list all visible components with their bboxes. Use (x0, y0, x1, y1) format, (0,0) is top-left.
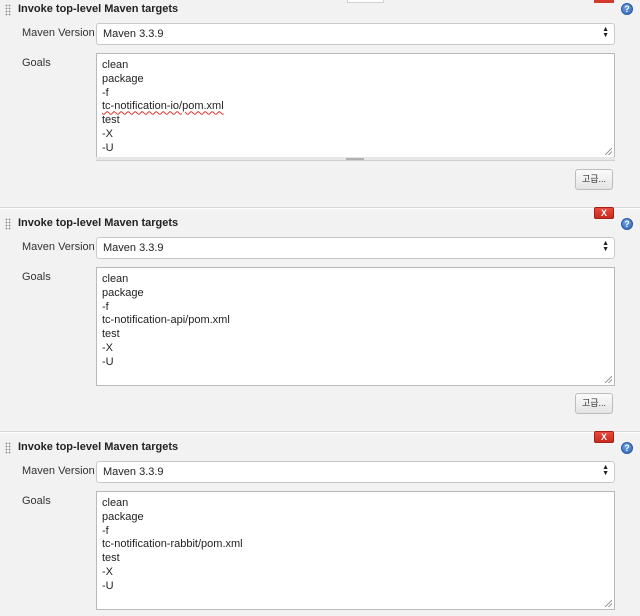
goal-line: -X (102, 127, 113, 140)
goals-label: Goals (22, 57, 51, 69)
goal-line: clean (102, 273, 129, 285)
goal-line: tc-notification-io/pom.xml (102, 100, 224, 113)
goal-line: package (102, 286, 144, 299)
goal-line: -X (102, 565, 113, 578)
goal-line: -U (102, 355, 114, 368)
goal-line: tc-notification-rabbit/pom.xml (102, 538, 243, 551)
goal-line: -X (102, 341, 113, 354)
previous-section-tab (347, 0, 384, 3)
advanced-button[interactable]: 고급... (575, 393, 613, 414)
maven-version-label: Maven Version (22, 465, 95, 477)
goal-line: tc-notification-api/pom.xml (102, 314, 230, 327)
help-icon[interactable]: ? (621, 3, 633, 15)
goal-line: -f (102, 300, 109, 313)
resize-grip-icon[interactable] (605, 600, 612, 607)
textarea-resize-bar[interactable] (96, 157, 615, 161)
goal-line: -U (102, 141, 114, 154)
drag-handle[interactable] (5, 218, 11, 230)
help-icon[interactable]: ? (621, 442, 633, 454)
maven-version-select[interactable]: Maven 3.3.9 ▲ ▼ (96, 23, 615, 45)
goal-line: -f (102, 524, 109, 537)
goal-line: clean (102, 497, 129, 509)
select-arrows-icon: ▲ ▼ (602, 240, 609, 253)
goals-textarea[interactable]: clean package -f tc-notification-rabbit/… (96, 491, 615, 610)
select-arrows-icon: ▲ ▼ (602, 464, 609, 477)
goals-textarea[interactable]: clean package -f tc-notification-api/pom… (96, 267, 615, 386)
goal-line: package (102, 510, 144, 523)
goal-line: clean (102, 59, 129, 71)
goals-textarea[interactable]: clean package -f tc-notification-io/pom.… (96, 53, 615, 158)
goal-line: test (102, 552, 120, 565)
maven-version-select[interactable]: Maven 3.3.9 ▲ ▼ (96, 461, 615, 483)
step-title: Invoke top-level Maven targets (18, 217, 179, 229)
maven-version-select[interactable]: Maven 3.3.9 ▲ ▼ (96, 237, 615, 259)
advanced-button[interactable]: 고급... (575, 169, 613, 190)
maven-version-label: Maven Version (22, 27, 95, 39)
goal-line: test (102, 328, 120, 341)
resize-grip-icon[interactable] (605, 148, 612, 155)
step-title: Invoke top-level Maven targets (18, 441, 179, 453)
resize-grip-icon[interactable] (605, 376, 612, 383)
maven-version-value: Maven 3.3.9 (103, 28, 164, 40)
goal-line: test (102, 114, 120, 127)
previous-delete-button-edge[interactable] (594, 0, 614, 3)
drag-handle[interactable] (5, 442, 11, 454)
goals-label: Goals (22, 271, 51, 283)
help-icon[interactable]: ? (621, 218, 633, 230)
maven-version-label: Maven Version (22, 241, 95, 253)
drag-handle[interactable] (5, 4, 11, 16)
goal-line: -U (102, 579, 114, 592)
goal-line: -f (102, 86, 109, 99)
delete-button[interactable]: X (594, 431, 614, 443)
maven-version-value: Maven 3.3.9 (103, 466, 164, 478)
maven-version-value: Maven 3.3.9 (103, 242, 164, 254)
goal-line: package (102, 72, 144, 85)
delete-button[interactable]: X (594, 207, 614, 219)
step-title: Invoke top-level Maven targets (18, 3, 179, 15)
goals-label: Goals (22, 495, 51, 507)
select-arrows-icon: ▲ ▼ (602, 26, 609, 39)
resize-knob[interactable] (346, 158, 364, 160)
